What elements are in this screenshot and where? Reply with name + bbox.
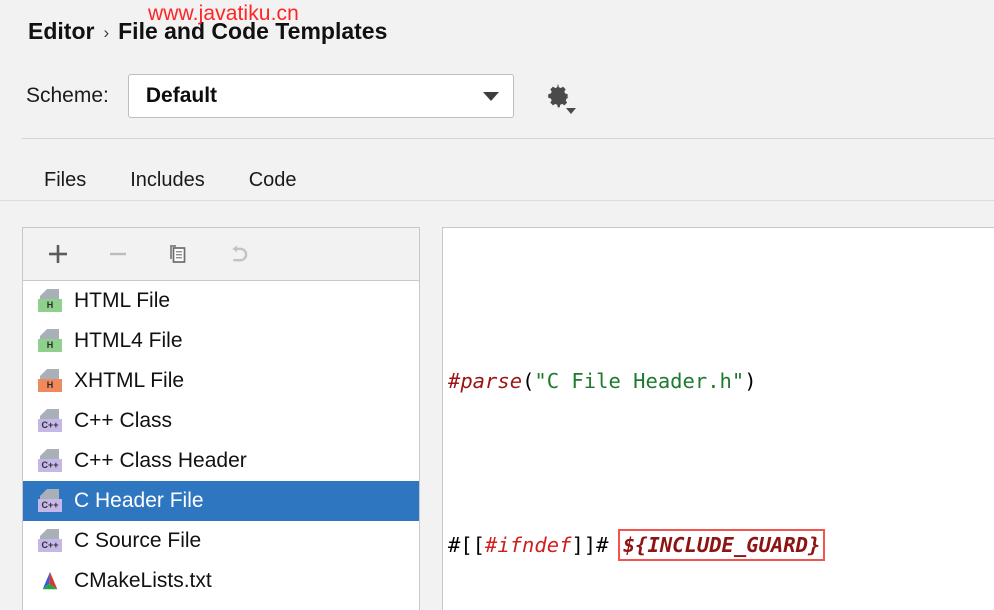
template-list-panel: H HTML File H HTML4 File H XHTML File C+… bbox=[22, 227, 420, 610]
tab-code-label: Code bbox=[248, 169, 297, 191]
highlighted-variable: ${INCLUDE_GUARD} bbox=[617, 529, 826, 561]
list-item[interactable]: C++ C++ Class bbox=[23, 401, 419, 441]
undo-icon bbox=[231, 244, 247, 261]
list-item-label: HTML4 File bbox=[74, 329, 183, 352]
tabbar: Files Includes Code bbox=[22, 152, 319, 204]
cmake-triangle-icon bbox=[42, 571, 58, 590]
template-list[interactable]: H HTML File H HTML4 File H XHTML File C+… bbox=[23, 281, 419, 610]
file-icon-badge: H bbox=[38, 339, 62, 352]
xhtml-file-icon: H bbox=[37, 368, 63, 394]
tab-includes-label: Includes bbox=[130, 169, 205, 191]
plus-icon bbox=[49, 245, 67, 263]
cmake-icon bbox=[37, 568, 63, 594]
template-code[interactable]: #parse("C File Header.h") #[[#ifndef]]# … bbox=[443, 228, 994, 610]
code-line: #parse("C File Header.h") bbox=[446, 361, 994, 402]
list-item[interactable]: C++ C Header File bbox=[23, 481, 419, 521]
cpp-class-icon: C++ bbox=[37, 408, 63, 434]
tab-files[interactable]: Files bbox=[22, 169, 109, 204]
list-item-label: C++ Class Header bbox=[74, 449, 247, 472]
file-icon-badge: H bbox=[38, 299, 62, 312]
tab-code[interactable]: Code bbox=[227, 169, 319, 204]
minus-icon bbox=[110, 252, 126, 256]
list-item[interactable]: CMakeLists.txt bbox=[23, 561, 419, 601]
code-token: ( bbox=[522, 369, 535, 393]
scheme-select[interactable]: Default bbox=[127, 74, 514, 118]
file-icon-badge: H bbox=[38, 379, 62, 392]
code-token: "C File Header.h" bbox=[534, 369, 745, 393]
list-item-label: C++ Class bbox=[74, 409, 173, 432]
list-item[interactable]: C++ C++ Class Header bbox=[23, 441, 419, 481]
chevron-down-icon bbox=[482, 91, 499, 101]
tab-includes[interactable]: Includes bbox=[108, 169, 227, 204]
code-token: #[[ bbox=[448, 533, 486, 557]
copy-template-button[interactable] bbox=[161, 237, 195, 271]
scheme-label: Scheme: bbox=[26, 84, 109, 107]
file-icon-badge: C++ bbox=[38, 539, 62, 552]
gear-icon bbox=[548, 84, 569, 108]
cpp-class-header-icon: C++ bbox=[37, 448, 63, 474]
scheme-settings-button[interactable] bbox=[538, 76, 578, 116]
code-token: ) bbox=[744, 369, 757, 393]
template-list-toolbar bbox=[23, 228, 419, 281]
code-token: #ifndef bbox=[485, 533, 572, 557]
copy-icon bbox=[170, 245, 186, 263]
c-source-file-icon: C++ bbox=[37, 528, 63, 554]
list-item-label: C Source File bbox=[74, 529, 202, 552]
code-token: ]]# bbox=[571, 533, 621, 557]
code-token: #parse bbox=[448, 369, 523, 393]
file-icon-badge: C++ bbox=[38, 419, 62, 432]
code-line: #[[#ifndef]]# ${INCLUDE_GUARD} bbox=[446, 525, 994, 566]
remove-template-button[interactable] bbox=[101, 237, 135, 271]
header-divider bbox=[22, 138, 994, 139]
gear-dropdown-caret-icon bbox=[565, 108, 576, 114]
breadcrumb-separator-icon: › bbox=[103, 23, 110, 42]
file-icon-badge: C++ bbox=[38, 459, 62, 472]
scheme-row: Scheme: Default bbox=[26, 73, 578, 119]
page-title: File and Code Templates bbox=[118, 18, 388, 44]
tab-files-label: Files bbox=[44, 169, 87, 191]
breadcrumb-root[interactable]: Editor bbox=[28, 18, 94, 45]
list-item-label: CMakeLists.txt bbox=[74, 569, 212, 592]
list-item[interactable]: H HTML File bbox=[23, 281, 419, 321]
list-item-label: C Header File bbox=[74, 489, 204, 512]
c-header-file-icon: C++ bbox=[37, 488, 63, 514]
list-item[interactable]: H HTML4 File bbox=[23, 321, 419, 361]
list-item[interactable]: H XHTML File bbox=[23, 361, 419, 401]
html4-file-icon: H bbox=[37, 328, 63, 354]
scheme-selected-value: Default bbox=[145, 84, 218, 107]
list-item[interactable]: C++ C Source File bbox=[23, 521, 419, 561]
file-icon-badge: C++ bbox=[38, 499, 62, 512]
list-item-label: XHTML File bbox=[74, 369, 185, 392]
template-editor-panel[interactable]: #parse("C File Header.h") #[[#ifndef]]# … bbox=[442, 227, 994, 610]
html-file-icon: H bbox=[37, 288, 63, 314]
reset-template-button[interactable] bbox=[221, 237, 255, 271]
main-split: H HTML File H HTML4 File H XHTML File C+… bbox=[0, 201, 994, 610]
breadcrumb: Editor › File and Code Templates bbox=[28, 18, 387, 45]
list-item-label: HTML File bbox=[74, 289, 171, 312]
add-template-button[interactable] bbox=[41, 237, 75, 271]
